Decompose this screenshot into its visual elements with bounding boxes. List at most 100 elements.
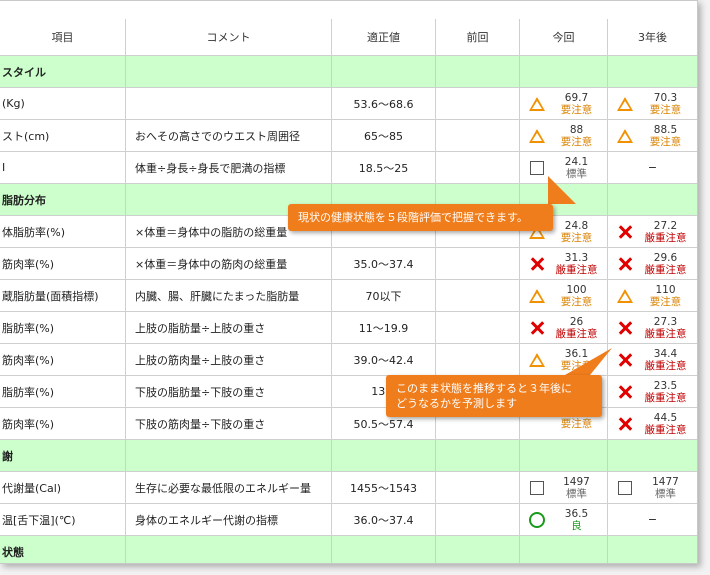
- eval-status: 要注意: [649, 103, 682, 116]
- eval-status: 厳重注意: [644, 359, 687, 372]
- callout-current-text: 現状の健康状態を５段階評価で把握できます。: [298, 211, 528, 224]
- evaluation: 31.3 厳重注意: [520, 252, 607, 276]
- eval-value: 26 厳重注意: [546, 316, 607, 340]
- caution-triangle-icon: [616, 287, 634, 305]
- eval-status: 標準: [566, 487, 587, 500]
- empty-mark: [528, 415, 546, 433]
- evaluation: 44.5 厳重注意: [608, 412, 697, 436]
- evaluation: 23.5 厳重注意: [608, 380, 697, 404]
- evaluation: 34.4 厳重注意: [608, 348, 697, 372]
- table-row: 脂肪率(%) 上肢の脂肪量÷上肢の重さ 11〜19.9 26 厳重注意 27.3 厳重注意: [0, 312, 697, 344]
- evaluation: 36.1 要注意: [520, 348, 607, 372]
- eval-number: 24.1: [564, 155, 589, 168]
- previous-value: [436, 280, 520, 311]
- optimal-range: 1455〜1543: [332, 472, 436, 503]
- item-name: (Kg): [0, 88, 126, 119]
- eval-number: 1497: [563, 475, 590, 488]
- table-row: 筋肉率(%) 上肢の筋肉量÷上肢の重さ 39.0〜42.4 36.1 要注意 34.4 厳重…: [0, 344, 697, 376]
- section-cell: [608, 184, 697, 215]
- table-row: 代謝量(Cal) 生存に必要な最低限のエネルギー量 1455〜1543 1497 標準 1…: [0, 472, 697, 504]
- previous-value: [436, 248, 520, 279]
- callout-current-evaluation: 現状の健康状態を５段階評価で把握できます。: [288, 204, 553, 231]
- future-eval-cell: −: [608, 504, 697, 535]
- evaluation: 70.3 要注意: [608, 92, 697, 116]
- severe-cross-icon: [616, 223, 634, 241]
- section-title: 謝: [0, 440, 126, 471]
- section-cell: [436, 56, 520, 87]
- eval-number: 36.1: [564, 347, 589, 360]
- normal-square-icon: [528, 479, 546, 497]
- item-name: 脂肪率(%): [0, 376, 126, 407]
- eval-status: 良: [571, 519, 582, 532]
- eval-value: 44.5 厳重注意: [634, 412, 697, 436]
- section-row: スタイル: [0, 56, 697, 88]
- section-cell: [436, 440, 520, 471]
- section-cell: [520, 56, 608, 87]
- section-cell: [332, 440, 436, 471]
- eval-status: 厳重注意: [555, 327, 598, 340]
- item-name: I: [0, 152, 126, 183]
- section-cell: [608, 440, 697, 471]
- caution-triangle-icon: [616, 127, 634, 145]
- eval-value: 70.3 要注意: [634, 92, 697, 116]
- eval-value: 36.5 良: [546, 508, 607, 532]
- eval-value: 29.6 厳重注意: [634, 252, 697, 276]
- future-eval-cell: 34.4 厳重注意: [608, 344, 697, 375]
- item-name: スト(cm): [0, 120, 126, 151]
- header-previous: 前回: [436, 19, 520, 55]
- eval-number: 69.7: [564, 91, 589, 104]
- header-current: 今回: [520, 19, 608, 55]
- previous-value: [436, 504, 520, 535]
- section-cell: [436, 536, 520, 563]
- item-name: 筋肉率(%): [0, 408, 126, 439]
- item-comment: おへその高さでのウエスト周囲径: [126, 120, 332, 151]
- optimal-range: 11〜19.9: [332, 312, 436, 343]
- section-row: 謝: [0, 440, 697, 472]
- section-cell: [126, 536, 332, 563]
- eval-status: 厳重注意: [644, 327, 687, 340]
- future-eval-cell: −: [608, 152, 697, 183]
- header-optimal: 適正値: [332, 19, 436, 55]
- section-row: 状態: [0, 536, 697, 563]
- eval-value: 69.7 要注意: [546, 92, 607, 116]
- evaluation: 88.5 要注意: [608, 124, 697, 148]
- eval-number: 1477: [652, 475, 679, 488]
- caution-triangle-icon: [528, 127, 546, 145]
- eval-status: 要注意: [560, 417, 593, 430]
- eval-value: 100 要注意: [546, 284, 607, 308]
- item-comment: 内臓、腸、肝臓にたまった脂肪量: [126, 280, 332, 311]
- item-comment: 生存に必要な最低限のエネルギー量: [126, 472, 332, 503]
- future-eval-cell: 1477 標準: [608, 472, 697, 503]
- eval-number: 27.3: [653, 315, 678, 328]
- item-name: 代謝量(Cal): [0, 472, 126, 503]
- table-header: 項目 コメント 適正値 前回 今回 3年後: [0, 19, 697, 56]
- item-comment: 体重÷身長÷身長で肥満の指標: [126, 152, 332, 183]
- eval-number: 70.3: [653, 91, 678, 104]
- future-eval-cell: 29.6 厳重注意: [608, 248, 697, 279]
- item-name: 筋肉率(%): [0, 248, 126, 279]
- table-row: スト(cm) おへその高さでのウエスト周囲径 65〜85 88 要注意 88.5 要注意: [0, 120, 697, 152]
- health-table: 項目 コメント 適正値 前回 今回 3年後 スタイル (Kg) 53.6〜68.6 6…: [0, 19, 697, 563]
- previous-value: [436, 472, 520, 503]
- item-name: 体脂肪率(%): [0, 216, 126, 247]
- eval-value: 27.3 厳重注意: [634, 316, 697, 340]
- eval-value: 36.1 要注意: [546, 348, 607, 372]
- evaluation: 36.5 良: [520, 508, 607, 532]
- current-eval-cell: 24.1 標準: [520, 152, 608, 183]
- evaluation: 1477 標準: [608, 476, 697, 500]
- current-eval-cell: 36.1 要注意: [520, 344, 608, 375]
- caution-triangle-icon: [616, 95, 634, 113]
- eval-status: 厳重注意: [555, 263, 598, 276]
- eval-number: 29.6: [653, 251, 678, 264]
- eval-number: 24.8: [564, 219, 589, 232]
- section-cell: [520, 536, 608, 563]
- previous-value: [436, 344, 520, 375]
- current-eval-cell: 36.5 良: [520, 504, 608, 535]
- good-circle-icon: [528, 511, 546, 529]
- eval-number: 34.4: [653, 347, 678, 360]
- table-row: 蔵脂肪量(面積指標) 内臓、腸、肝臓にたまった脂肪量 70以下 100 要注意 110 要注…: [0, 280, 697, 312]
- severe-cross-icon: [616, 255, 634, 273]
- previous-value: [436, 312, 520, 343]
- evaluation: 24.1 標準: [520, 156, 607, 180]
- callout-future-line1: このまま状態を推移すると３年後に: [396, 382, 572, 395]
